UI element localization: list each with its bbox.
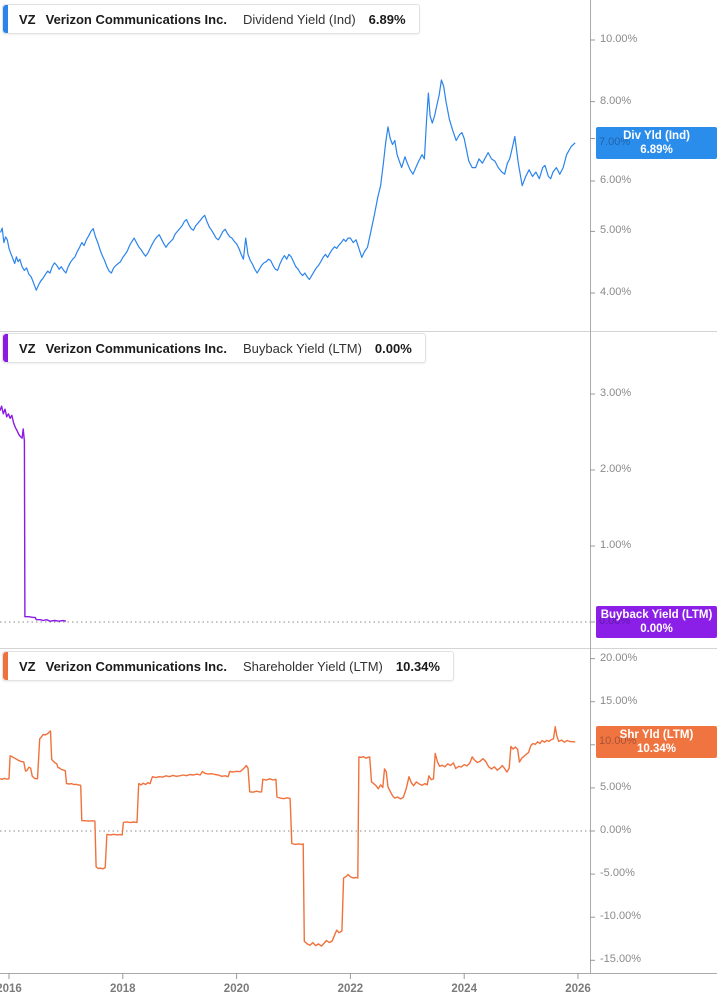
legend-value: 10.34% bbox=[395, 658, 440, 674]
y-axis-label: 3.00% bbox=[600, 387, 632, 399]
y-axis-label: 20.00% bbox=[600, 651, 638, 664]
multi-panel-chart-view: VZ Verizon Communications Inc. Dividend … bbox=[0, 0, 717, 1005]
x-axis-label: 2026 bbox=[565, 983, 591, 995]
legend-value: 0.00% bbox=[374, 340, 412, 356]
badge-metric-label: Buyback Yield (LTM) bbox=[600, 608, 713, 621]
legend-value: 6.89% bbox=[368, 11, 406, 27]
last-value-badge-shareholder-yield: 10.00% Shr Yld (LTM) 10.34% bbox=[596, 726, 717, 758]
last-value-badge-buyback-yield: 0.00% Buyback Yield (LTM) 0.00% bbox=[596, 606, 717, 638]
y-axis-label: 0.00% bbox=[600, 824, 632, 836]
legend-color-bar bbox=[3, 652, 8, 680]
y-axis-label: -15.00% bbox=[600, 953, 641, 966]
y-axis-label: 8.00% bbox=[600, 94, 632, 107]
y-axis-label: 6.00% bbox=[600, 174, 632, 187]
legend-dividend-yield[interactable]: VZ Verizon Communications Inc. Dividend … bbox=[2, 4, 420, 34]
legend-company: Verizon Communications Inc. bbox=[45, 658, 227, 674]
badge-value: 10.34% bbox=[636, 743, 676, 755]
legend-company: Verizon Communications Inc. bbox=[45, 11, 227, 27]
y-axis-label: 10.00% bbox=[600, 33, 638, 45]
y-axis-label: 15.00% bbox=[600, 694, 638, 707]
y-axis-label: -10.00% bbox=[600, 910, 641, 923]
series-line-shareholder-yield[interactable] bbox=[0, 726, 576, 947]
legend-color-bar bbox=[3, 334, 8, 362]
legend-metric: Shareholder Yield (LTM) bbox=[242, 658, 383, 674]
legend-ticker: VZ bbox=[19, 340, 36, 356]
y-axis-label: 5.00% bbox=[600, 224, 632, 237]
badge-metric-label: Div Yld (Ind) bbox=[623, 129, 690, 142]
badge-value: 0.00% bbox=[640, 623, 673, 635]
x-axis-label: 2022 bbox=[337, 983, 364, 995]
legend-ticker: VZ bbox=[19, 11, 36, 27]
badge-value: 6.89% bbox=[640, 144, 673, 156]
y-axis-label: -5.00% bbox=[600, 867, 635, 880]
legend-color-bar bbox=[3, 5, 8, 33]
legend-buyback-yield[interactable]: VZ Verizon Communications Inc. Buyback Y… bbox=[2, 333, 426, 363]
y-axis-label: 1.00% bbox=[600, 539, 632, 551]
legend-metric: Buyback Yield (LTM) bbox=[242, 340, 362, 356]
x-axis-label: 2018 bbox=[110, 983, 136, 995]
x-axis-label: 2024 bbox=[451, 983, 477, 995]
y-axis-label: 5.00% bbox=[600, 780, 632, 793]
x-axis-label: 2020 bbox=[223, 983, 250, 995]
badge-metric-label: Shr Yld (LTM) bbox=[619, 728, 694, 741]
x-axis-label: 2016 bbox=[0, 983, 22, 995]
legend-metric: Dividend Yield (Ind) bbox=[242, 11, 356, 27]
y-axis-label: 4.00% bbox=[600, 285, 632, 298]
legend-company: Verizon Communications Inc. bbox=[45, 340, 227, 356]
legend-ticker: VZ bbox=[19, 658, 36, 674]
legend-shareholder-yield[interactable]: VZ Verizon Communications Inc. Sharehold… bbox=[2, 651, 454, 681]
series-line-buyback-yield[interactable] bbox=[0, 405, 67, 622]
y-axis-label: 2.00% bbox=[600, 463, 632, 475]
series-line-dividend-yield[interactable] bbox=[0, 79, 576, 291]
last-value-badge-dividend-yield: 7.00% Div Yld (Ind) 6.89% bbox=[596, 127, 717, 159]
